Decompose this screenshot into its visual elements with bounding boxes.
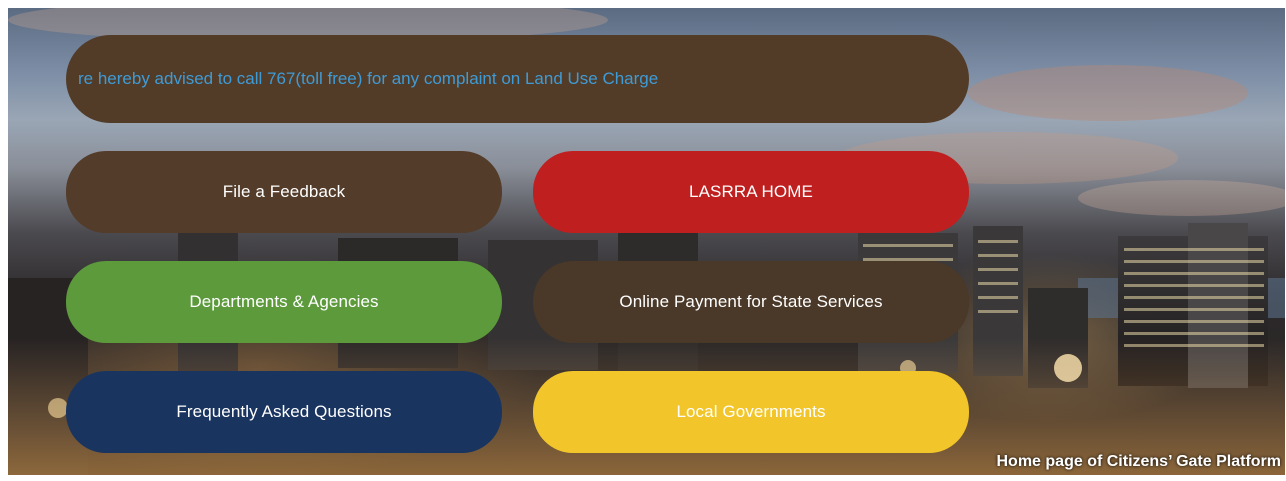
faq-button[interactable]: Frequently Asked Questions <box>66 371 502 453</box>
departments-agencies-button[interactable]: Departments & Agencies <box>66 261 502 343</box>
file-feedback-button[interactable]: File a Feedback <box>66 151 502 233</box>
screenshot-frame: re hereby advised to call 767(toll free)… <box>8 8 1285 475</box>
announcement-marquee-text: re hereby advised to call 767(toll free)… <box>78 69 659 88</box>
announcement-banner: re hereby advised to call 767(toll free)… <box>66 35 969 123</box>
local-governments-button[interactable]: Local Governments <box>533 371 969 453</box>
figure-caption: Home page of Citizens’ Gate Platform <box>996 453 1282 470</box>
online-payment-button[interactable]: Online Payment for State Services <box>533 261 969 343</box>
lasrra-home-button[interactable]: LASRRA HOME <box>533 151 969 233</box>
